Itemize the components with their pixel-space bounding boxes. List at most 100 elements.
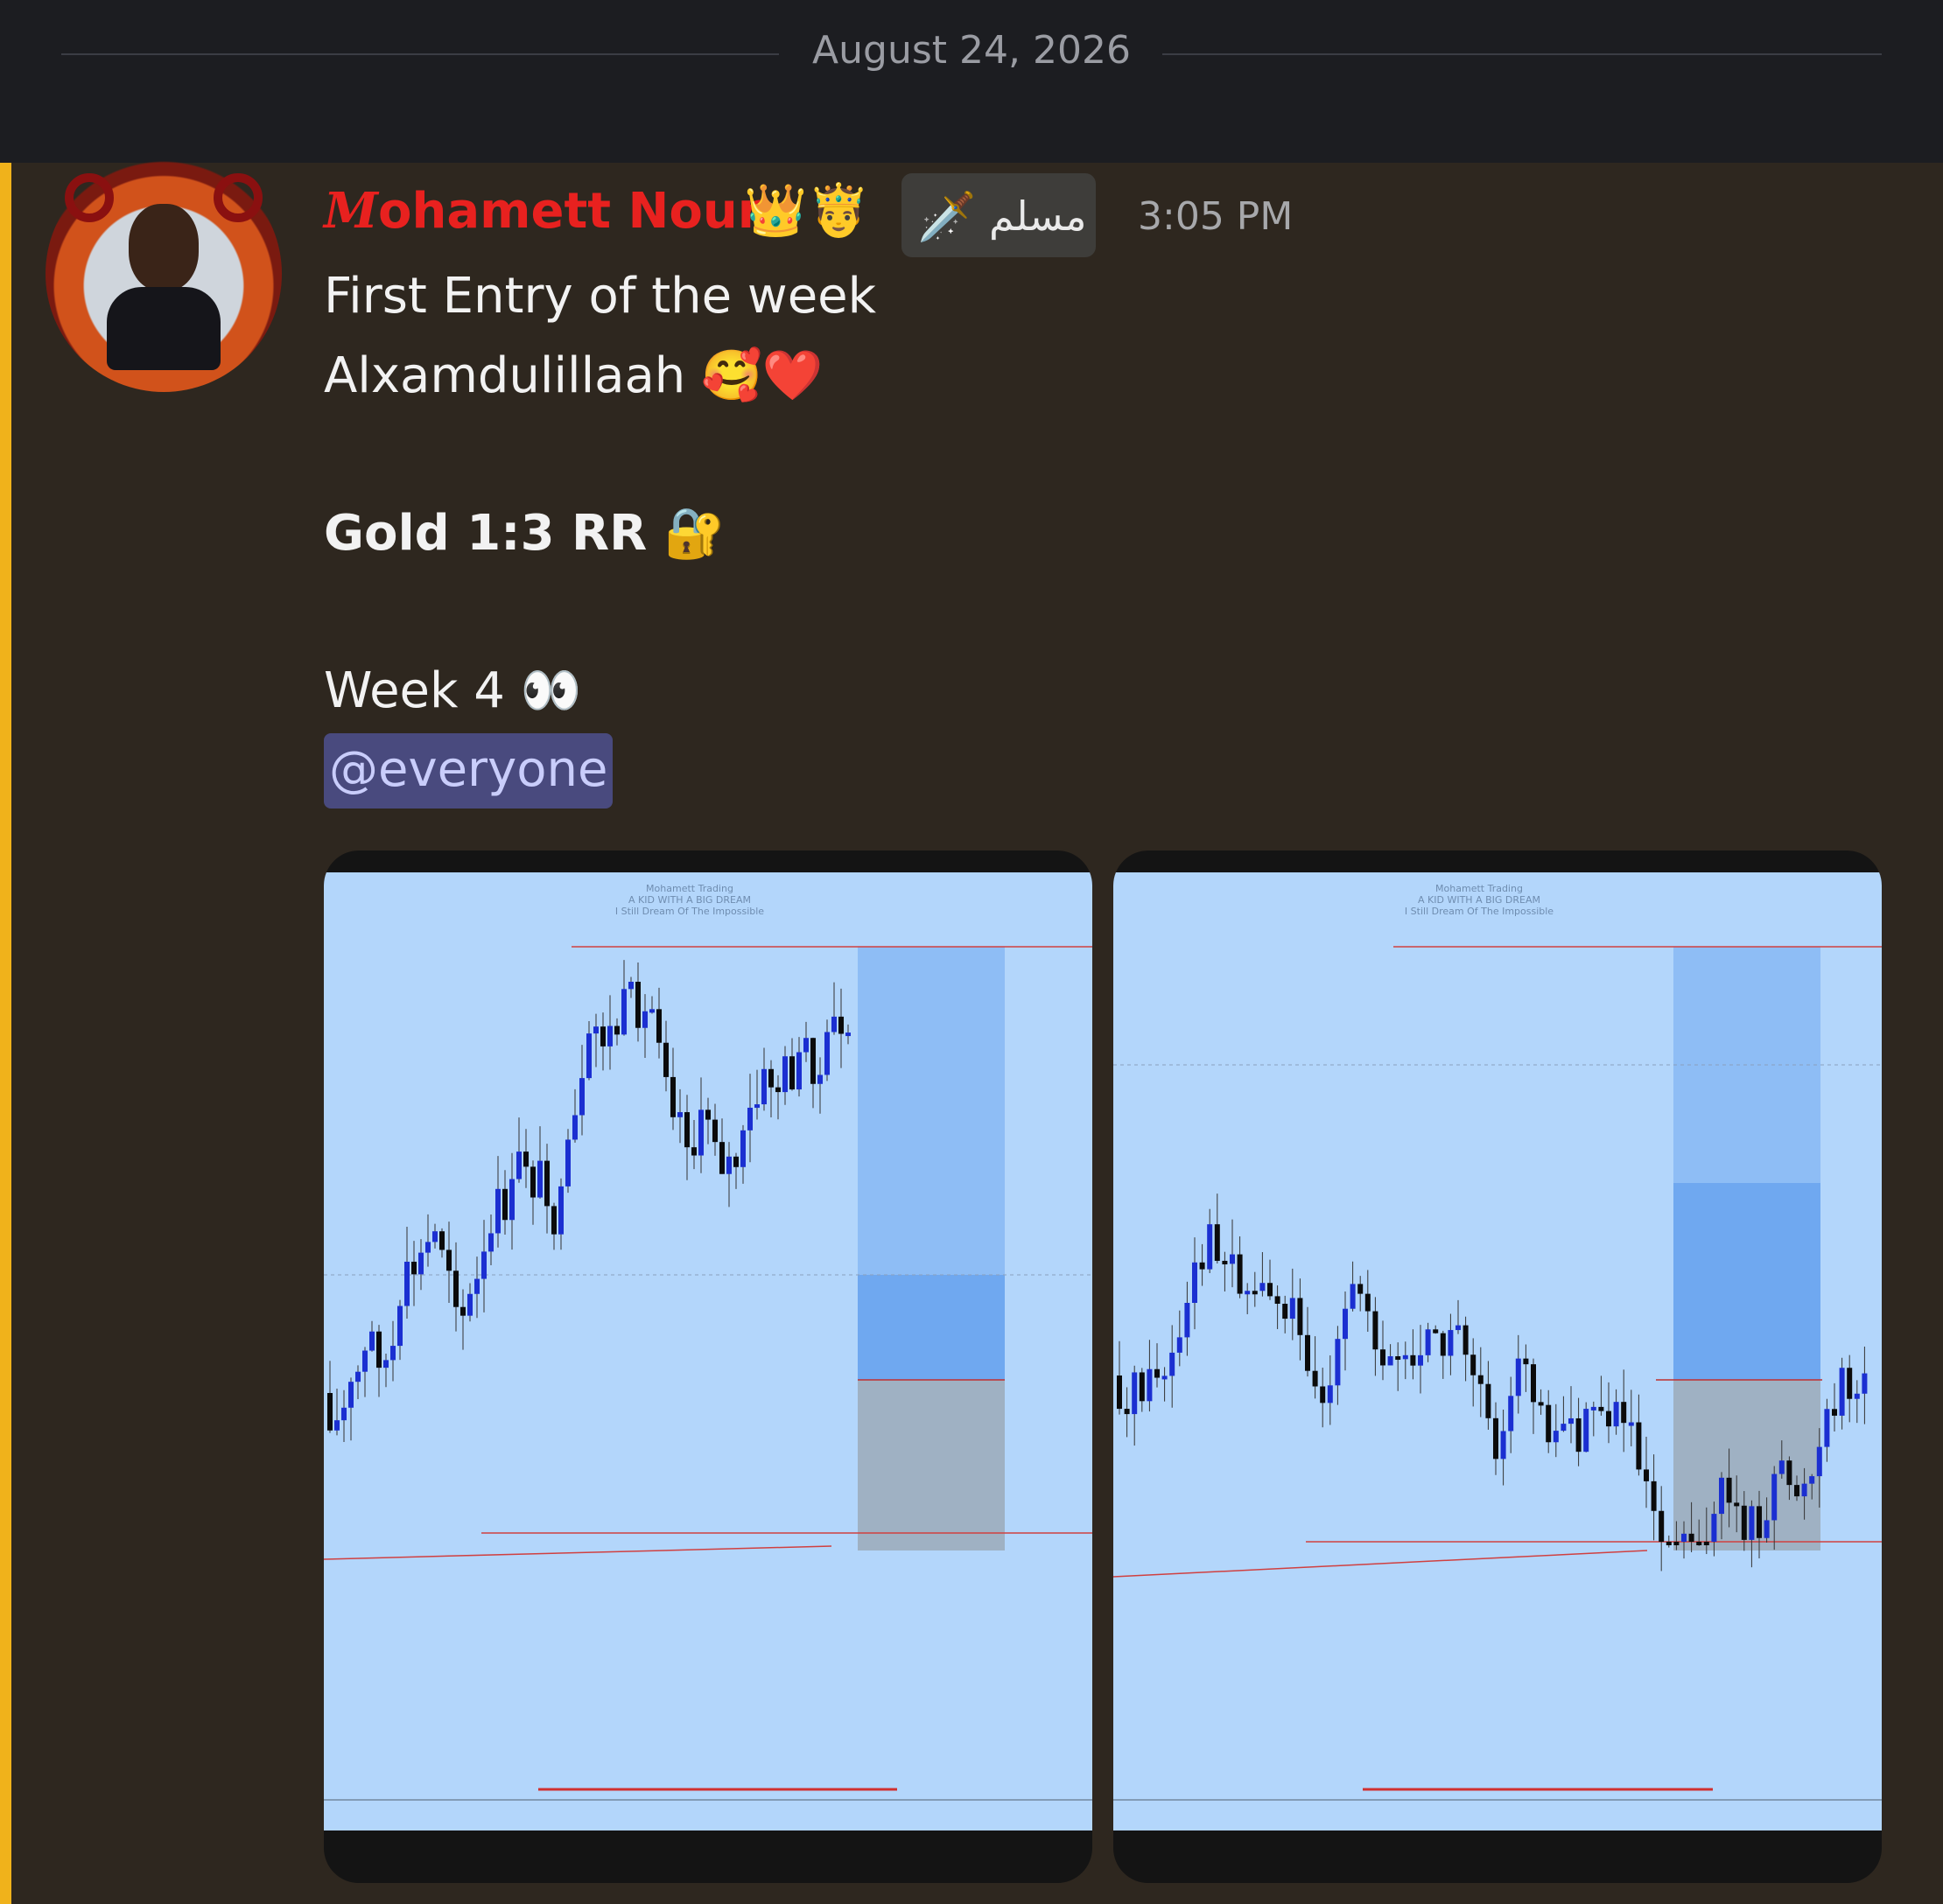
candle-body [1477,1375,1484,1384]
candle-body [1703,1542,1709,1545]
avatar-face [129,204,199,291]
candle-body [502,1188,508,1221]
username[interactable]: Mohamett Nour [324,182,761,240]
candle-body [572,1115,578,1140]
horn-right [214,173,263,222]
horn-left [65,173,114,222]
candle-body [411,1261,417,1275]
candle-body [1230,1254,1235,1264]
candle-body [1380,1349,1385,1366]
username-rest: ohamett Nour [378,183,762,240]
candle-body [1289,1298,1295,1320]
candle-body [1741,1505,1747,1540]
candle-body [677,1112,683,1117]
candle-body [845,1032,851,1037]
candle-body [775,1087,781,1093]
candle-body [1305,1334,1310,1371]
candle-body [1312,1370,1318,1387]
candle-body [768,1068,774,1088]
candle-body [740,1130,746,1167]
candle-body [817,1074,823,1084]
candle-body [432,1231,438,1242]
candle-body [747,1107,753,1130]
candle-body [1267,1283,1273,1297]
image-attachment-2[interactable]: Mohamett Trading A KID WITH A BIG DREAM … [1113,850,1882,1883]
watermark-line-1: Mohamett Trading [1435,883,1523,894]
candle-body [698,1110,704,1156]
candle-body [712,1119,718,1143]
target-zone-filled [858,1275,1005,1380]
candle-body [1433,1329,1439,1334]
candle-body [1448,1330,1454,1356]
message-line-2: Alxamdulillaah 🥰❤️ [324,347,824,404]
candle-body [537,1160,543,1198]
dagger-icon: 🗡️ [917,189,977,244]
candle-body [488,1233,494,1252]
role-badge[interactable]: 🗡️ مسلم [901,173,1096,257]
candle-body [362,1350,368,1372]
watermark-line-1: Mohamett Trading [646,883,733,894]
candle-body [565,1139,571,1186]
candle-body [1207,1224,1213,1270]
candle-body [1832,1409,1837,1416]
avatar-suit [107,287,221,370]
candle-body [1485,1383,1491,1418]
divider-line-right [1162,53,1882,55]
candle-body [1199,1262,1205,1270]
candle-body [1862,1373,1868,1394]
candle-body [642,1011,648,1028]
candle-body [1726,1477,1732,1503]
candle-body [1719,1477,1724,1515]
candle-body [1531,1364,1536,1403]
candle-body [796,1052,802,1090]
candle-body [782,1056,788,1093]
candle-body [523,1152,529,1167]
candle-body [1147,1368,1153,1402]
candle-body [1500,1431,1506,1460]
candle-body [467,1293,473,1316]
timestamp[interactable]: 3:05 PM [1138,194,1293,239]
username-emoji: 👑🤴 [744,180,871,240]
candle-body [1343,1308,1348,1340]
image-attachment-1[interactable]: Mohamett Trading A KID WITH A BIG DREAM … [324,850,1092,1883]
candle-body [635,982,641,1028]
candle-body [1847,1368,1853,1399]
candle-body [1523,1358,1529,1365]
candle-body [1252,1291,1258,1295]
candle-body [1568,1418,1574,1424]
candle-body [593,1026,599,1034]
candle-body [705,1110,711,1120]
candle-body [1192,1262,1197,1303]
everyone-mention[interactable]: @everyone [324,733,614,808]
candle-body [1786,1460,1792,1486]
candle-body [1117,1376,1122,1410]
candle-body [733,1156,739,1167]
candle-body [418,1252,424,1275]
candle-body [1757,1506,1762,1538]
highlight-accent-bar [0,163,11,1904]
candle-body [1350,1284,1356,1309]
candle-body [1410,1354,1416,1366]
candle-body [1274,1296,1280,1305]
chart-screenshot-1: Mohamett Trading A KID WITH A BIG DREAM … [324,872,1092,1830]
candle-body [355,1371,361,1382]
candle-body [1590,1406,1596,1410]
top-bar: August 24, 2026 [0,0,1943,163]
candle-body [1583,1409,1589,1452]
candle-body [1575,1418,1582,1452]
username-initial: M [324,182,378,240]
candle-body [495,1188,501,1234]
candle-body [1154,1368,1160,1378]
candle-body [607,1026,613,1046]
role-badge-text: مسلم [989,192,1087,240]
candle-body [1711,1514,1717,1542]
message-line-4: Week 4 👀 [324,662,582,719]
candle-body [1749,1506,1755,1540]
candle-body [1696,1542,1702,1545]
avatar[interactable] [46,156,282,392]
candle-body [558,1186,564,1235]
candle-body [621,989,627,1035]
candle-body [838,1016,844,1034]
candle-body [1794,1485,1799,1497]
candle-body [1854,1393,1860,1399]
